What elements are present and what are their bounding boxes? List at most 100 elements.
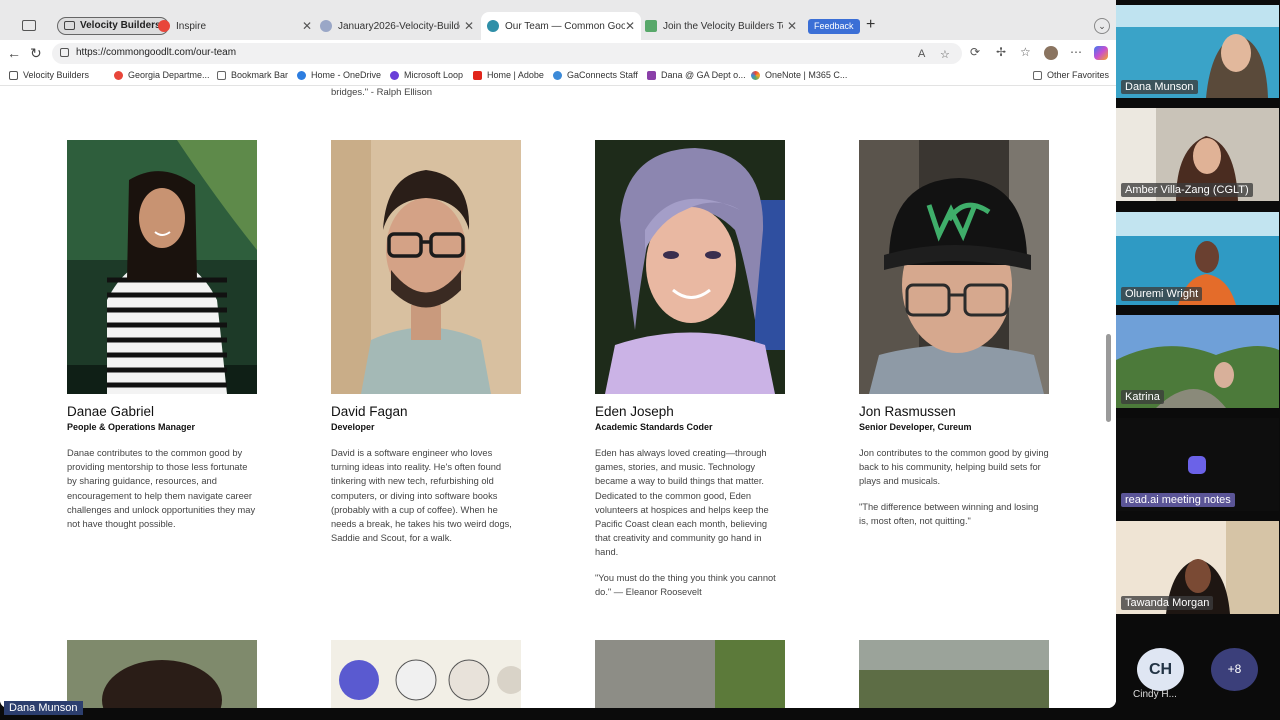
feedback-button[interactable]: Feedback bbox=[808, 19, 860, 34]
member-bio: Eden has always loved creating—through g… bbox=[595, 448, 769, 558]
folder-icon bbox=[1033, 70, 1042, 80]
adobe-icon bbox=[473, 70, 482, 80]
bookmark-dana-ga[interactable]: Dana @ GA Dept o... bbox=[647, 70, 746, 80]
member-bio: Danae contributes to the common good by … bbox=[67, 448, 256, 530]
tab-strip: Velocity Builders Inspire ✕ January2026-… bbox=[0, 0, 1116, 40]
member-name: David Fagan bbox=[331, 404, 408, 419]
member-quote: "The difference between winning and losi… bbox=[859, 501, 1039, 526]
participant-name: Tawanda Morgan bbox=[1121, 596, 1214, 610]
member-role: Developer bbox=[331, 422, 375, 432]
participant-tile-amber[interactable]: Amber Villa-Zang (CGLT) bbox=[1116, 108, 1279, 201]
onedrive-icon bbox=[297, 70, 306, 80]
team-photo bbox=[331, 140, 521, 394]
close-tab-icon[interactable]: ✕ bbox=[787, 19, 797, 33]
browser-toolbar: ← ↻ https://commongoodlt.com/our-team A … bbox=[0, 40, 1116, 66]
participant-name: Katrina bbox=[1121, 390, 1164, 404]
more-participants-button[interactable]: +8 bbox=[1211, 648, 1258, 691]
close-tab-icon[interactable]: ✕ bbox=[302, 19, 312, 33]
scrollbar-thumb[interactable] bbox=[1106, 334, 1111, 422]
close-tab-icon[interactable]: ✕ bbox=[464, 19, 474, 33]
site-info-icon[interactable] bbox=[60, 48, 69, 57]
presenter-name-label: Dana Munson bbox=[4, 701, 83, 715]
profile-avatar[interactable] bbox=[1044, 46, 1058, 60]
member-name: Jon Rasmussen bbox=[859, 404, 956, 419]
participant-name: Amber Villa-Zang (CGLT) bbox=[1121, 183, 1253, 197]
participant-avatar-name: Cindy H... bbox=[1133, 689, 1177, 700]
team-photo-next bbox=[859, 640, 1049, 708]
folder-icon bbox=[217, 70, 226, 80]
onenote-icon bbox=[647, 70, 656, 80]
participant-tile-katrina[interactable]: Katrina bbox=[1116, 315, 1279, 408]
bookmark-georgia[interactable]: Georgia Departme... bbox=[114, 70, 210, 80]
doc-favicon-icon bbox=[320, 20, 332, 32]
member-name: Danae Gabriel bbox=[67, 404, 155, 419]
folder-group-icon bbox=[9, 70, 18, 80]
team-photo bbox=[859, 140, 1049, 394]
refresh-extension-icon[interactable]: ⟳ bbox=[970, 45, 980, 59]
team-card-jon: Jon Rasmussen Senior Developer, Cureum J… bbox=[859, 140, 1049, 528]
participant-tile-tawanda[interactable]: Tawanda Morgan bbox=[1116, 521, 1279, 614]
member-bio: Jon contributes to the common good by gi… bbox=[859, 448, 1049, 487]
chrome-icon bbox=[751, 70, 760, 80]
bookmark-adobe[interactable]: Home | Adobe bbox=[473, 70, 544, 80]
bookmark-onenote[interactable]: OneNote | M365 C... bbox=[751, 70, 847, 80]
globe-icon bbox=[553, 70, 562, 80]
back-icon[interactable]: ← bbox=[7, 45, 21, 61]
member-quote: "You must do the thing you think you can… bbox=[595, 572, 776, 597]
team-card-eden: Eden Joseph Academic Standards Coder Ede… bbox=[595, 140, 785, 599]
window-icon[interactable] bbox=[22, 20, 36, 31]
participant-tile-oluremi[interactable]: Oluremi Wright bbox=[1116, 212, 1279, 305]
other-favorites[interactable]: Other Favorites bbox=[1033, 70, 1109, 80]
participant-name: Dana Munson bbox=[1121, 80, 1198, 94]
team-photo bbox=[595, 140, 785, 394]
team-card-david: David Fagan Developer David is a softwar… bbox=[331, 140, 521, 545]
extensions-icon[interactable]: ✢ bbox=[996, 45, 1006, 59]
bookmark-gaconnects[interactable]: GaConnects Staff bbox=[553, 70, 638, 80]
team-photo-next bbox=[595, 640, 785, 708]
tab-our-team[interactable]: Our Team — Common Good Le ✕ bbox=[481, 12, 641, 40]
quote-tail: bridges." - Ralph Ellison bbox=[331, 87, 433, 98]
copilot-icon[interactable] bbox=[1094, 46, 1108, 60]
tab-group-velocity-builders[interactable]: Velocity Builders bbox=[57, 17, 169, 35]
more-menu-icon[interactable]: ⋯ bbox=[1070, 45, 1082, 59]
team-card-danae: Danae Gabriel People & Operations Manage… bbox=[67, 140, 257, 531]
favorites-icon[interactable]: ☆ bbox=[1020, 45, 1031, 59]
member-name: Eden Joseph bbox=[595, 404, 674, 419]
tab-inspire[interactable]: Inspire ✕ bbox=[158, 12, 318, 40]
bookmarks-bar: Velocity Builders Georgia Departme... Bo… bbox=[0, 66, 1116, 86]
tab-join-velocity[interactable]: Join the Velocity Builders Team ✕ bbox=[645, 12, 803, 40]
chevron-down-icon[interactable]: ⌄ bbox=[1094, 18, 1110, 34]
close-tab-icon[interactable]: ✕ bbox=[625, 19, 635, 33]
bookmark-bar-folder[interactable]: Bookmark Bar bbox=[217, 70, 288, 80]
participant-name: read.ai meeting notes bbox=[1121, 493, 1235, 507]
member-role: People & Operations Manager bbox=[67, 422, 196, 432]
tab-group-icon bbox=[64, 21, 75, 30]
address-bar[interactable]: https://commongoodlt.com/our-team A ☆ bbox=[52, 43, 962, 64]
read-aloud-icon[interactable]: A bbox=[918, 48, 925, 60]
tab-january2026[interactable]: January2026-Velocity-Builders ✕ bbox=[320, 12, 480, 40]
team-page: bridges." - Ralph Ellison Danae Gabriel … bbox=[0, 86, 1116, 708]
refresh-icon[interactable]: ↻ bbox=[30, 45, 42, 62]
bookmark-loop[interactable]: Microsoft Loop bbox=[390, 70, 463, 80]
participant-avatar-ch[interactable]: CH bbox=[1137, 648, 1184, 691]
participant-tile-dana[interactable]: Dana Munson bbox=[1116, 5, 1279, 98]
forms-favicon-icon bbox=[645, 20, 657, 32]
google-favicon-icon bbox=[158, 20, 170, 32]
favorite-star-icon[interactable]: ☆ bbox=[940, 48, 950, 61]
bookmark-velocity-builders[interactable]: Velocity Builders bbox=[9, 70, 89, 80]
member-role: Academic Standards Coder bbox=[595, 422, 713, 432]
team-photo-next bbox=[331, 640, 521, 708]
read-ai-icon bbox=[1188, 456, 1206, 474]
bookmark-onedrive[interactable]: Home - OneDrive bbox=[297, 70, 381, 80]
new-tab-icon[interactable]: + bbox=[866, 16, 875, 34]
site-favicon-icon bbox=[487, 20, 499, 32]
participant-tile-readai[interactable]: read.ai meeting notes bbox=[1116, 418, 1279, 511]
participant-name: Oluremi Wright bbox=[1121, 287, 1203, 301]
loop-icon bbox=[390, 70, 399, 80]
member-bio: David is a software engineer who loves t… bbox=[331, 448, 512, 544]
team-photo-next bbox=[67, 640, 257, 708]
browser-window: Velocity Builders Inspire ✕ January2026-… bbox=[0, 0, 1116, 708]
url-text[interactable]: https://commongoodlt.com/our-team bbox=[76, 47, 236, 58]
team-photo bbox=[67, 140, 257, 394]
member-role: Senior Developer, Cureum bbox=[859, 422, 972, 432]
